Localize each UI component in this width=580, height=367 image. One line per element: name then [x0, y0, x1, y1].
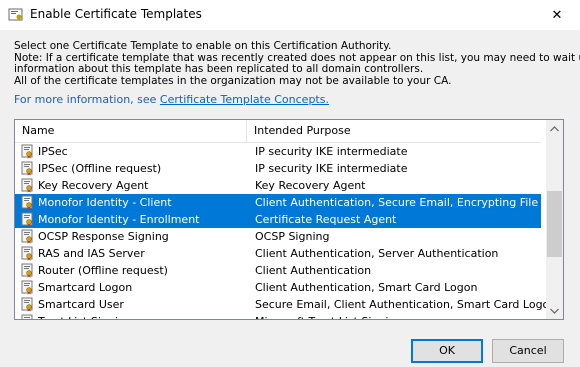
template-purpose: Certificate Request Agent: [255, 213, 397, 226]
template-name: IPSec: [38, 145, 68, 158]
certificate-template-icon: [21, 178, 35, 193]
cancel-button[interactable]: Cancel: [492, 339, 564, 363]
certificate-template-concepts-link[interactable]: Certificate Template Concepts.: [160, 93, 329, 106]
template-row[interactable]: Monofor Identity - Enrollment Certificate…: [15, 211, 541, 228]
column-header-purpose[interactable]: Intended Purpose: [247, 120, 548, 142]
template-row[interactable]: RAS and IAS Server Client Authentication,…: [15, 245, 541, 262]
template-name: Trust List Signing: [38, 313, 132, 319]
dialog-window: Enable Certificate Templates ✕ Select on…: [0, 0, 580, 367]
certificate-template-icon: [21, 229, 35, 244]
template-purpose: IP security IKE intermediate: [255, 162, 408, 175]
template-name: OCSP Response Signing: [38, 230, 169, 243]
template-name: IPSec (Offline request): [38, 162, 162, 175]
template-name: Monofor Identity - Client: [38, 196, 172, 209]
template-row[interactable]: Smartcard Logon Client Authentication, Sm…: [15, 279, 541, 296]
close-icon: ✕: [551, 7, 563, 23]
template-name: Monofor Identity - Enrollment: [38, 213, 200, 226]
template-purpose: Secure Email, Client Authentication, Sma…: [255, 298, 557, 311]
more-info-text: For more information, see Certificate Te…: [14, 93, 329, 106]
certificate-template-icon: [21, 144, 35, 159]
template-row[interactable]: Router (Offline request) Client Authentic…: [15, 262, 541, 279]
more-info-prefix: For more information, see: [14, 93, 160, 106]
template-name: Router (Offline request): [38, 264, 168, 277]
template-purpose: Microsoft Trust List Signing: [255, 313, 402, 319]
certificate-template-icon: [21, 161, 35, 176]
template-row[interactable]: Trust List Signing Microsoft Trust List S…: [15, 313, 541, 319]
template-purpose: Key Recovery Agent: [255, 179, 366, 192]
scroll-up-button[interactable]: [546, 120, 563, 137]
template-name: RAS and IAS Server: [38, 247, 145, 260]
certificate-template-icon: [21, 246, 35, 261]
ok-button[interactable]: OK: [411, 339, 483, 363]
list-header: Name Intended Purpose: [15, 120, 541, 143]
template-purpose: Client Authentication: [255, 264, 372, 277]
template-name: Key Recovery Agent: [38, 179, 149, 192]
certificate-template-icon: [21, 212, 35, 227]
template-purpose: Client Authentication, Smart Card Logon: [255, 281, 478, 294]
template-row[interactable]: OCSP Response Signing OCSP Signing: [15, 228, 541, 245]
template-list[interactable]: Name Intended Purpose IPSec IP security I…: [14, 119, 564, 320]
template-purpose: IP security IKE intermediate: [255, 145, 408, 158]
list-rows: IPSec IP security IKE intermediate IPSec (…: [15, 143, 563, 319]
scroll-down-button[interactable]: [546, 302, 563, 319]
template-row[interactable]: IPSec IP security IKE intermediate: [15, 143, 541, 160]
chevron-down-icon: [550, 308, 559, 314]
template-row[interactable]: Smartcard User Secure Email, Client Authe…: [15, 296, 556, 313]
template-row[interactable]: Key Recovery Agent Key Recovery Agent: [15, 177, 541, 194]
scroll-thumb[interactable]: [547, 191, 562, 257]
vertical-scrollbar[interactable]: [546, 120, 563, 319]
certificate-template-icon: [21, 263, 35, 278]
certificate-template-icon: [21, 314, 35, 319]
template-purpose: Client Authentication, Secure Email, Enc…: [255, 196, 564, 209]
certificate-authority-icon: [8, 8, 23, 21]
intro-text: Select one Certificate Template to enabl…: [14, 40, 580, 87]
chevron-up-icon: [550, 125, 559, 131]
intro-line: information about this template has been…: [14, 63, 424, 75]
template-row[interactable]: Monofor Identity - Client Client Authenti…: [15, 194, 563, 211]
certificate-template-icon: [21, 297, 35, 312]
intro-line: Select one Certificate Template to enabl…: [14, 40, 392, 52]
template-purpose: Client Authentication, Server Authentica…: [255, 247, 499, 260]
certificate-template-icon: [21, 280, 35, 295]
column-header-name[interactable]: Name: [15, 120, 247, 142]
title-bar: Enable Certificate Templates ✕: [0, 0, 580, 30]
intro-line: All of the certificate templates in the …: [14, 74, 452, 87]
template-purpose: OCSP Signing: [255, 230, 330, 243]
template-row[interactable]: IPSec (Offline request) IP security IKE i…: [15, 160, 541, 177]
close-button[interactable]: ✕: [534, 0, 580, 30]
template-name: Smartcard Logon: [38, 281, 133, 294]
window-title: Enable Certificate Templates: [30, 7, 202, 21]
certificate-template-icon: [21, 195, 35, 210]
template-name: Smartcard User: [38, 298, 124, 311]
